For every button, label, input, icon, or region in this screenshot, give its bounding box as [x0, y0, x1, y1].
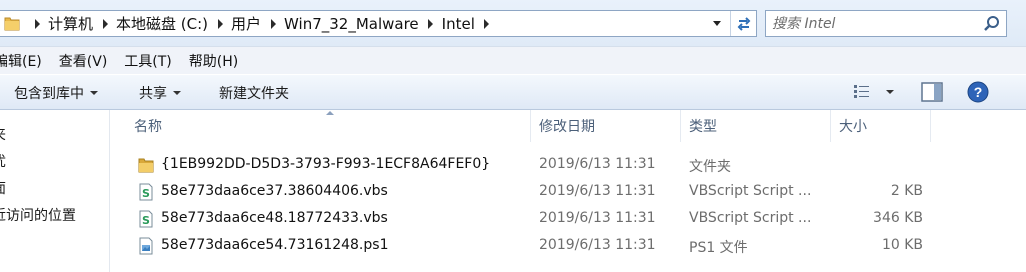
breadcrumb-arrow-icon[interactable]: [264, 11, 282, 36]
file-type: PS1 文件: [689, 240, 748, 256]
folder-icon: [138, 158, 154, 173]
change-view-icon[interactable]: [853, 84, 871, 100]
file-name: 58e773daa6ce37.38604406.vbs: [161, 183, 388, 199]
column-header-type-label: 类型: [689, 119, 717, 135]
file-date: 2019/6/13 11:31: [539, 156, 656, 172]
search-input[interactable]: [772, 14, 972, 33]
menu-bar: 编辑(E) 查看(V) 工具(T) 帮助(H): [0, 46, 1026, 74]
nav-item-desktop[interactable]: 面: [0, 178, 6, 198]
chevron-down-icon: [173, 91, 181, 95]
nav-item-downloads[interactable]: 忧: [0, 151, 6, 171]
column-header-date[interactable]: 修改日期: [531, 110, 681, 142]
file-size: 10 KB: [881, 237, 923, 253]
address-bar-row: 计算机 本地磁盘 (C:) 用户 Win7_32_Malware Intel: [0, 0, 1026, 46]
search-icon[interactable]: [983, 15, 1001, 33]
menu-view[interactable]: 查看(V): [59, 51, 108, 71]
file-size: 2 KB: [890, 183, 923, 199]
file-date: 2019/6/13 11:31: [539, 237, 656, 253]
sort-ascending-icon: [326, 111, 334, 115]
refresh-icon: [737, 16, 750, 31]
menu-help[interactable]: 帮助(H): [189, 51, 238, 71]
breadcrumb-item-computer[interactable]: 计算机: [46, 13, 96, 34]
file-date: 2019/6/13 11:31: [539, 210, 656, 226]
new-folder-label: 新建文件夹: [219, 86, 289, 102]
address-bar[interactable]: 计算机 本地磁盘 (C:) 用户 Win7_32_Malware Intel: [0, 10, 757, 37]
svg-text:?: ?: [974, 84, 983, 100]
breadcrumb-arrow-icon[interactable]: [96, 11, 114, 36]
file-name: 58e773daa6ce48.18772433.vbs: [161, 210, 388, 226]
refresh-button[interactable]: [730, 11, 756, 36]
new-folder-button[interactable]: 新建文件夹: [219, 83, 289, 103]
file-row[interactable]: {1EB992DD-D5D3-3793-F993-1ECF8A64FEF0} 2…: [111, 152, 1026, 178]
file-type: VBScript Script ...: [689, 210, 812, 226]
svg-text:S: S: [142, 187, 150, 200]
nav-item-favorites[interactable]: 夹: [0, 124, 6, 144]
column-header-size[interactable]: 大小: [831, 110, 931, 142]
breadcrumb-item-intel[interactable]: Intel: [440, 15, 478, 33]
file-type: 文件夹: [689, 159, 731, 175]
column-header-date-label: 修改日期: [539, 119, 595, 135]
file-size: 346 KB: [873, 210, 923, 226]
nav-item-recent-places[interactable]: 近访问的位置: [0, 205, 76, 225]
vbs-file-icon: S: [139, 183, 153, 201]
menu-edit[interactable]: 编辑(E): [0, 51, 42, 71]
breadcrumb-item-users[interactable]: 用户: [229, 13, 264, 34]
breadcrumb-item-user-folder[interactable]: Win7_32_Malware: [282, 15, 422, 33]
breadcrumb: 计算机 本地磁盘 (C:) 用户 Win7_32_Malware Intel: [28, 11, 496, 36]
help-icon[interactable]: ?: [967, 81, 989, 103]
file-name: {1EB992DD-D5D3-3793-F993-1ECF8A64FEF0}: [161, 156, 491, 172]
chevron-down-icon: [90, 91, 98, 95]
folder-icon: [4, 17, 20, 31]
share-button[interactable]: 共享: [139, 83, 181, 103]
column-header-type[interactable]: 类型: [681, 110, 831, 142]
ps1-file-icon: [139, 237, 153, 255]
include-in-library-label: 包含到库中: [14, 86, 84, 102]
file-row[interactable]: S 58e773daa6ce37.38604406.vbs 2019/6/13 …: [111, 179, 1026, 205]
file-date: 2019/6/13 11:31: [539, 183, 656, 199]
breadcrumb-arrow-icon[interactable]: [28, 11, 46, 36]
search-box[interactable]: [765, 10, 1007, 37]
preview-pane-icon[interactable]: [921, 82, 943, 102]
file-list: 名称 修改日期 类型 大小 {1EB992DD-D5D3-3793-F993-1…: [111, 110, 1026, 272]
navigation-pane: 夹 忧 面 近访问的位置: [0, 110, 110, 272]
file-type: VBScript Script ...: [689, 183, 812, 199]
command-toolbar: 包含到库中 共享 新建文件夹 ?: [0, 74, 1026, 110]
view-options-chevron-icon[interactable]: [886, 90, 894, 94]
file-row[interactable]: S 58e773daa6ce48.18772433.vbs 2019/6/13 …: [111, 206, 1026, 232]
breadcrumb-arrow-icon[interactable]: [422, 11, 440, 36]
svg-text:S: S: [142, 214, 150, 227]
column-header-name-label: 名称: [134, 119, 162, 135]
file-row[interactable]: 58e773daa6ce54.73161248.ps1 2019/6/13 11…: [111, 233, 1026, 259]
menu-tools[interactable]: 工具(T): [124, 51, 171, 71]
include-in-library-button[interactable]: 包含到库中: [14, 83, 98, 103]
vbs-file-icon: S: [139, 210, 153, 228]
column-header-name[interactable]: 名称: [111, 110, 531, 142]
file-name: 58e773daa6ce54.73161248.ps1: [161, 237, 389, 253]
breadcrumb-item-local-disk[interactable]: 本地磁盘 (C:): [114, 13, 211, 34]
breadcrumb-arrow-icon[interactable]: [211, 11, 229, 36]
column-header-size-label: 大小: [839, 119, 867, 135]
address-history-dropdown-icon[interactable]: [707, 11, 727, 36]
share-label: 共享: [139, 86, 167, 102]
breadcrumb-arrow-icon[interactable]: [478, 11, 496, 36]
